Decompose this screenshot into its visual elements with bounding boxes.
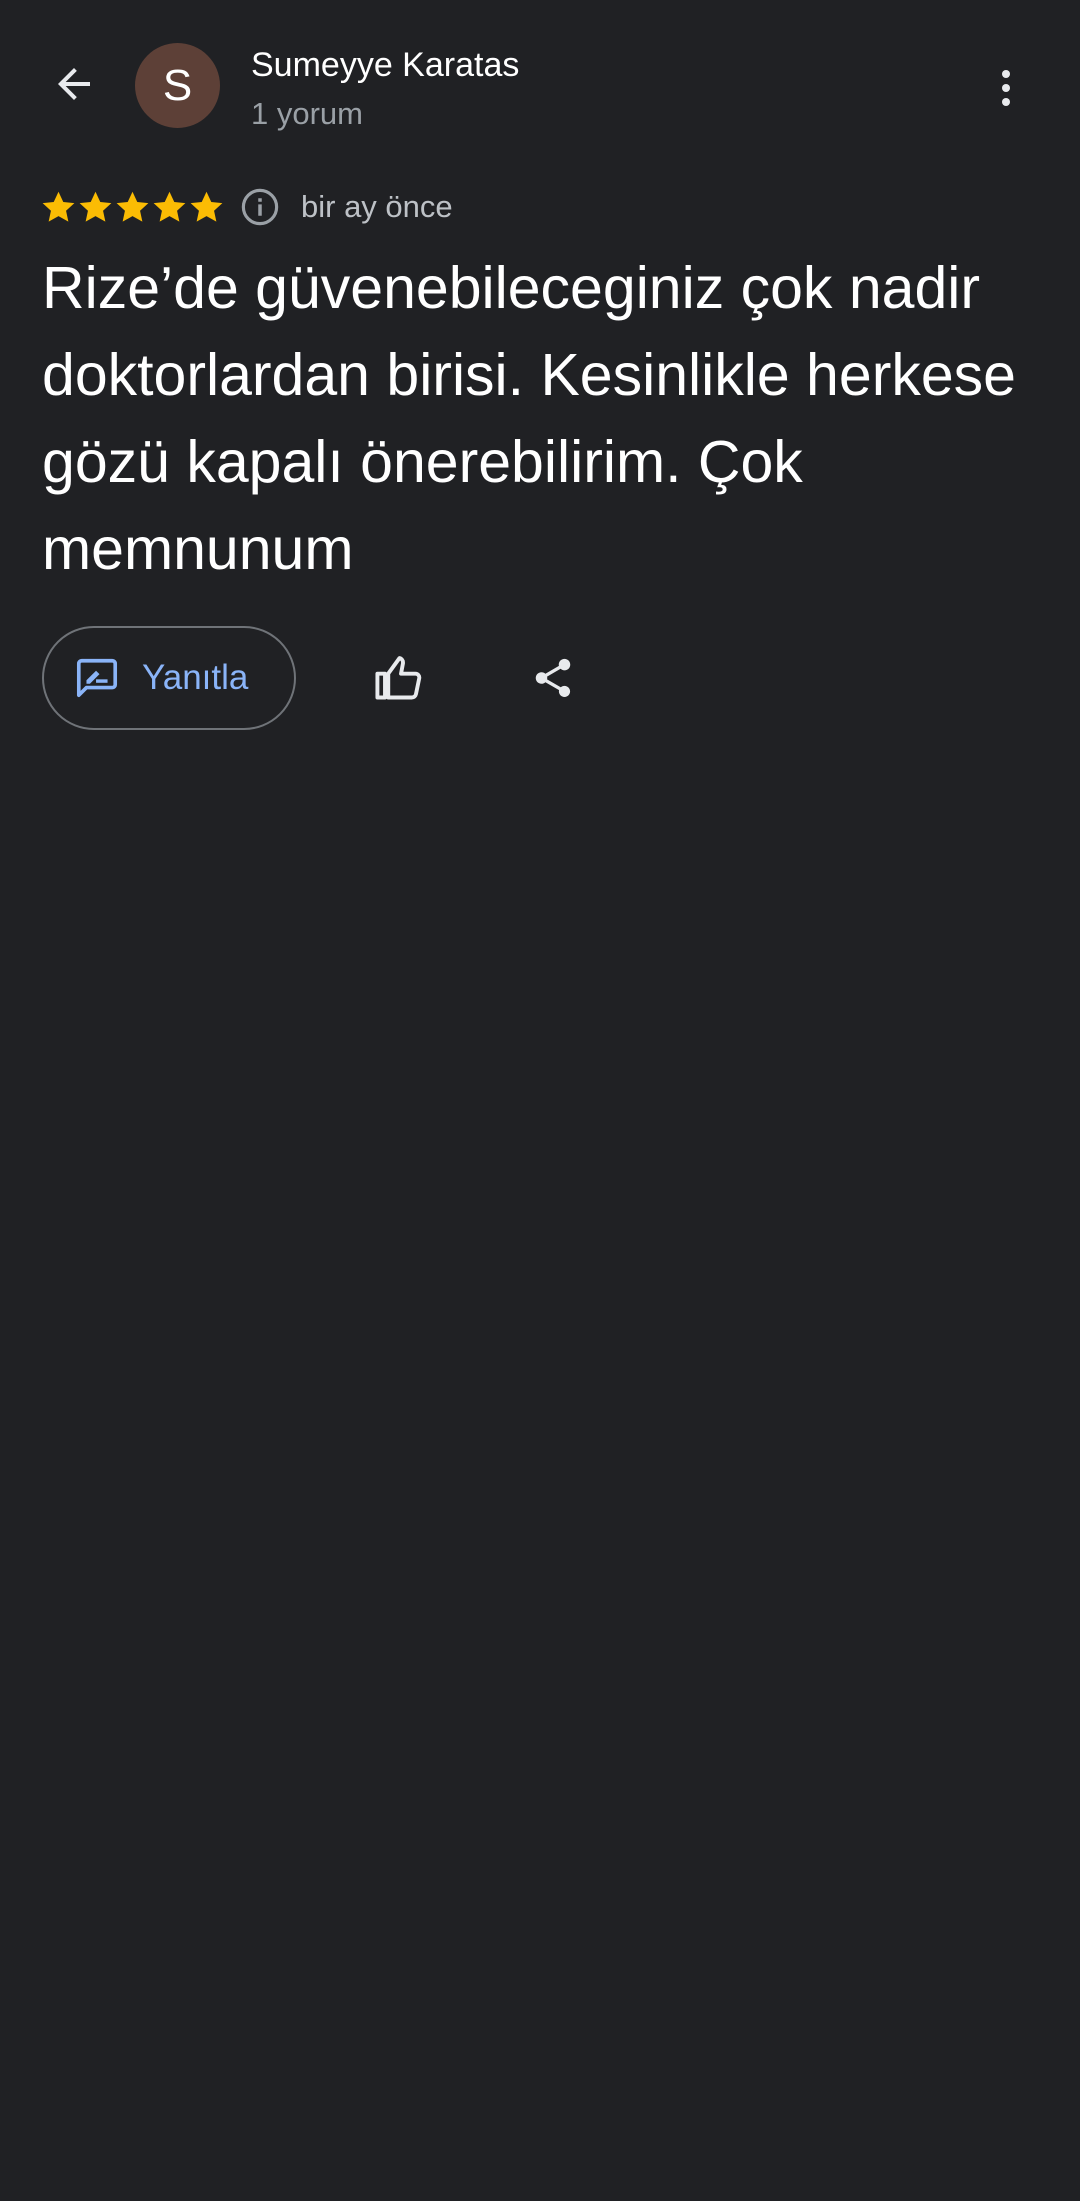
info-button[interactable] bbox=[239, 186, 281, 228]
thumb-up-icon bbox=[375, 656, 422, 700]
reply-button[interactable]: Yanıtla bbox=[42, 626, 296, 730]
review-detail-screen: S Sumeyye Karatas 1 yorum bir ay önce Ri… bbox=[0, 0, 1080, 2201]
more-vert-icon bbox=[1002, 70, 1010, 106]
star-icon bbox=[42, 191, 75, 222]
star-icon bbox=[153, 191, 186, 222]
reply-label: Yanıtla bbox=[142, 658, 249, 697]
star-icon bbox=[190, 191, 223, 222]
share-icon bbox=[535, 658, 571, 698]
star-icon bbox=[79, 191, 112, 222]
reviewer-review-count: 1 yorum bbox=[251, 96, 363, 131]
star-rating bbox=[40, 189, 225, 226]
like-button[interactable] bbox=[358, 638, 438, 718]
back-button[interactable] bbox=[34, 44, 114, 124]
rate-review-icon bbox=[74, 655, 120, 701]
reviewer-name[interactable]: Sumeyye Karatas bbox=[251, 44, 519, 86]
star-icon bbox=[116, 191, 149, 222]
arrow-back-icon bbox=[58, 68, 90, 100]
info-icon bbox=[241, 188, 279, 226]
more-options-button[interactable] bbox=[966, 52, 1046, 124]
review-text: Rize’de güvenebileceginiz çok nadir dokt… bbox=[42, 255, 1016, 582]
avatar[interactable]: S bbox=[135, 43, 220, 128]
review-date: bir ay önce bbox=[301, 189, 453, 224]
rating-row: bir ay önce bbox=[40, 182, 453, 232]
share-button[interactable] bbox=[513, 638, 593, 718]
avatar-letter: S bbox=[162, 60, 193, 110]
